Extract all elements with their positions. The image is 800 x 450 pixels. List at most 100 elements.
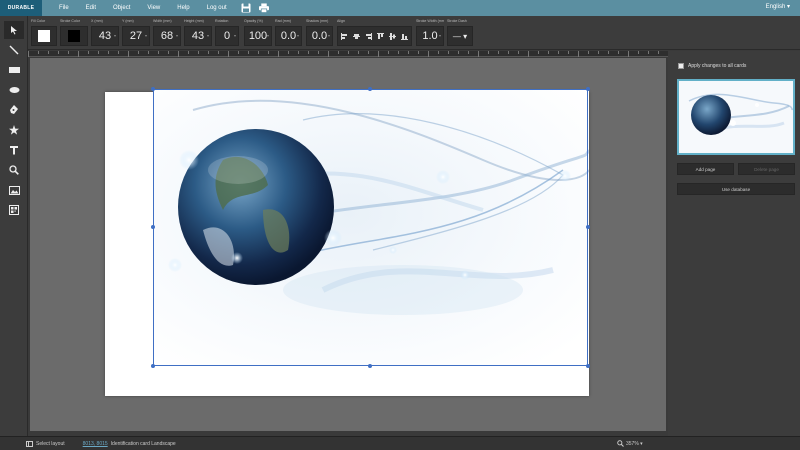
- ruler-tick: [268, 51, 269, 54]
- ruler-tick: [518, 51, 519, 54]
- qr-code-icon: [9, 205, 19, 215]
- ruler-tick: [258, 51, 259, 54]
- layout-name: Identification card Landscape: [110, 440, 176, 447]
- star-tool[interactable]: [4, 121, 24, 139]
- ruler-tick: [298, 51, 299, 54]
- ruler-tick: [378, 51, 379, 57]
- rectangle-tool[interactable]: [4, 61, 24, 79]
- horizontal-ruler: [28, 51, 668, 57]
- layout-link[interactable]: 8013, 8015: [83, 441, 108, 447]
- language-select[interactable]: English ▾: [766, 3, 790, 10]
- ruler-tick: [468, 51, 469, 54]
- shadow-control: Shadow (mm) 0.0 ▾: [306, 19, 333, 46]
- ruler-tick: [578, 51, 579, 57]
- shadow-input[interactable]: 0.0 ▾: [306, 26, 333, 46]
- ruler-tick: [308, 51, 309, 54]
- ruler-tick: [498, 51, 499, 54]
- menu-bar: DURABLE File Edit Object View Help Log o…: [0, 0, 800, 16]
- ruler-tick: [618, 51, 619, 54]
- zoom-control[interactable]: 357% ▾: [617, 440, 643, 447]
- canvas-area[interactable]: [30, 58, 666, 431]
- menu-logout[interactable]: Log out: [207, 5, 227, 11]
- ruler-tick: [368, 51, 369, 54]
- stroke-width-input[interactable]: 1.0 ▾: [416, 26, 444, 46]
- image-tool[interactable]: [4, 181, 24, 199]
- zoom-tool[interactable]: [4, 161, 24, 179]
- select-tool[interactable]: [4, 21, 24, 39]
- align-center-icon[interactable]: [352, 33, 360, 40]
- use-database-button[interactable]: Use database: [677, 183, 795, 195]
- ruler-tick: [458, 51, 459, 54]
- ruler-tick: [38, 51, 39, 54]
- ruler-tick: [108, 51, 109, 54]
- align-left-icon[interactable]: [340, 32, 348, 40]
- ruler-tick: [448, 51, 449, 54]
- ruler-tick: [398, 51, 399, 54]
- ruler-tick: [408, 51, 409, 54]
- ruler-tick: [348, 51, 349, 54]
- add-page-button[interactable]: Add page: [677, 163, 734, 175]
- y-input[interactable]: 27 ▾: [122, 26, 150, 46]
- menu-help[interactable]: Help: [177, 5, 189, 11]
- ruler-tick: [638, 51, 639, 54]
- ruler-tick: [588, 51, 589, 54]
- fill-color-swatch[interactable]: [31, 26, 57, 46]
- stroke-dash-select[interactable]: — ▾: [447, 26, 473, 46]
- pen-tool[interactable]: [4, 101, 24, 119]
- opacity-input[interactable]: 100 ▾: [244, 26, 272, 46]
- align-right-icon[interactable]: [365, 32, 372, 40]
- globe-picture: [153, 90, 589, 366]
- opacity-control: Opacity (%) 100 ▾: [244, 19, 272, 46]
- height-input[interactable]: 43 ▾: [184, 26, 212, 46]
- print-icon[interactable]: [258, 3, 269, 13]
- pointer-icon: [11, 26, 17, 35]
- stroke-color-control: Stroke Color: [60, 19, 88, 46]
- globe-image[interactable]: [153, 90, 589, 366]
- x-input[interactable]: 43 ▾: [91, 26, 119, 46]
- ruler-tick: [428, 51, 429, 57]
- id-card[interactable]: [105, 90, 589, 396]
- menu-file[interactable]: File: [59, 5, 69, 11]
- ruler-tick: [328, 51, 329, 57]
- ruler-tick: [438, 51, 439, 54]
- save-icon[interactable]: [241, 3, 251, 13]
- fill-color-control: Fill Color: [31, 19, 57, 46]
- ruler-tick: [28, 51, 29, 57]
- menu-object[interactable]: Object: [113, 5, 130, 11]
- text-tool[interactable]: [4, 141, 24, 159]
- status-bar: Select layout 8013, 8015 Identification …: [0, 436, 800, 450]
- ruler-tick: [128, 51, 129, 57]
- radius-control: Rad (mm) 0.0 ▾: [275, 19, 302, 46]
- ellipse-tool[interactable]: [4, 81, 24, 99]
- align-top-icon[interactable]: [377, 32, 385, 40]
- width-input[interactable]: 68 ▾: [153, 26, 181, 46]
- ruler-tick: [508, 51, 509, 54]
- align-control: Align: [337, 19, 412, 46]
- ruler-tick: [598, 51, 599, 54]
- ruler-tick: [198, 51, 199, 54]
- menu-view[interactable]: View: [147, 5, 160, 11]
- ruler-tick: [48, 51, 49, 54]
- ruler-tick: [138, 51, 139, 54]
- ruler-tick: [478, 51, 479, 57]
- rotation-input[interactable]: 0 ▾: [215, 26, 239, 46]
- align-bottom-icon[interactable]: [401, 33, 409, 40]
- menu-edit[interactable]: Edit: [86, 5, 96, 11]
- align-buttons[interactable]: [337, 26, 412, 46]
- ellipse-icon: [9, 87, 19, 93]
- ruler-tick: [68, 51, 69, 54]
- durable-logo: DURABLE: [0, 0, 42, 16]
- line-tool[interactable]: [4, 41, 24, 59]
- ruler-tick: [658, 51, 659, 54]
- select-layout-button[interactable]: Select layout: [26, 440, 65, 447]
- radius-input[interactable]: 0.0 ▾: [275, 26, 302, 46]
- delete-page-button[interactable]: Delete page: [738, 163, 795, 175]
- apply-all-option[interactable]: Apply changes to all cards: [678, 63, 746, 69]
- page-thumbnail[interactable]: [677, 79, 795, 155]
- align-middle-icon[interactable]: [389, 32, 397, 40]
- rectangle-icon: [8, 67, 20, 73]
- barcode-tool[interactable]: [4, 201, 24, 219]
- ruler-tick: [158, 51, 159, 54]
- apply-all-checkbox[interactable]: [678, 63, 684, 69]
- stroke-color-swatch[interactable]: [60, 26, 88, 46]
